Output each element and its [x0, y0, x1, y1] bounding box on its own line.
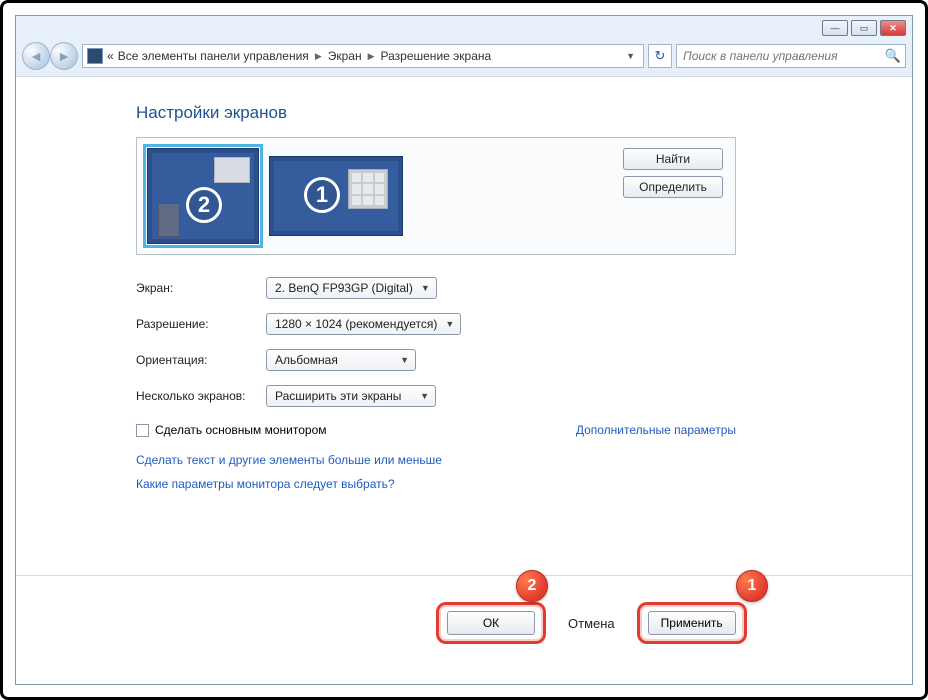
maximize-button[interactable]: ▭	[851, 20, 877, 36]
help-links: Сделать текст и другие элементы больше и…	[136, 453, 912, 491]
separator	[16, 575, 912, 576]
chevron-down-icon: ▼	[420, 391, 429, 401]
content-area: Настройки экранов 2 1 Найти	[16, 76, 912, 684]
multi-display-select[interactable]: Расширить эти экраны ▼	[266, 385, 436, 407]
callout-badge-2: 2	[516, 570, 548, 602]
cancel-button[interactable]: Отмена	[568, 616, 615, 631]
refresh-button[interactable]: ↻	[648, 44, 672, 68]
address-dropdown-icon[interactable]: ▼	[622, 51, 639, 61]
orientation-value: Альбомная	[275, 353, 338, 367]
primary-monitor-label: Сделать основным монитором	[155, 423, 327, 437]
identify-button[interactable]: Определить	[623, 176, 723, 198]
advanced-settings-link[interactable]: Дополнительные параметры	[576, 423, 736, 437]
explorer-window: — ▭ ✕ ◄ ► « Все элементы панели управлен…	[15, 15, 913, 685]
apply-highlight: Применить	[637, 602, 747, 644]
screen-select[interactable]: 2. BenQ FP93GP (Digital) ▼	[266, 277, 437, 299]
close-button[interactable]: ✕	[880, 20, 906, 36]
nav-bar: ◄ ► « Все элементы панели управления ▶ Э…	[16, 38, 912, 74]
monitor-keypad-icon	[348, 169, 388, 209]
monitor-number: 2	[186, 187, 222, 223]
settings-form: Экран: 2. BenQ FP93GP (Digital) ▼ Разреш…	[136, 277, 736, 407]
address-prefix: «	[107, 49, 114, 63]
chevron-down-icon: ▼	[400, 355, 409, 365]
ok-highlight: ОК	[436, 602, 546, 644]
breadcrumb-segment[interactable]: Все элементы панели управления	[118, 49, 309, 63]
control-panel-icon	[87, 48, 103, 64]
dialog-buttons: ОК Отмена Применить	[436, 602, 747, 644]
monitor-number: 1	[304, 177, 340, 213]
minimize-button[interactable]: —	[822, 20, 848, 36]
resolution-select[interactable]: 1280 × 1024 (рекомендуется) ▼	[266, 313, 461, 335]
apply-button[interactable]: Применить	[648, 611, 736, 635]
chevron-down-icon: ▼	[445, 319, 454, 329]
monitor-window-icon	[214, 157, 250, 183]
search-input[interactable]	[681, 48, 885, 64]
back-button[interactable]: ◄	[22, 42, 50, 70]
breadcrumb-segment[interactable]: Разрешение экрана	[381, 49, 492, 63]
callout-badge-1: 1	[736, 570, 768, 602]
chevron-right-icon: ▶	[315, 51, 322, 62]
detect-button[interactable]: Найти	[623, 148, 723, 170]
display-arrangement-box[interactable]: 2 1 Найти Определить	[136, 137, 736, 255]
window-controls: — ▭ ✕	[822, 20, 906, 36]
address-bar[interactable]: « Все элементы панели управления ▶ Экран…	[82, 44, 644, 68]
chevron-right-icon: ▶	[368, 51, 375, 62]
chevron-down-icon: ▼	[421, 283, 430, 293]
ok-button[interactable]: ОК	[447, 611, 535, 635]
multi-value: Расширить эти экраны	[275, 389, 401, 403]
monitor-2[interactable]: 2	[147, 148, 259, 244]
screen-value: 2. BenQ FP93GP (Digital)	[275, 281, 413, 295]
forward-button[interactable]: ►	[50, 42, 78, 70]
screen-label: Экран:	[136, 281, 266, 295]
primary-monitor-row: Сделать основным монитором Дополнительны…	[136, 423, 736, 437]
orientation-select[interactable]: Альбомная ▼	[266, 349, 416, 371]
primary-monitor-checkbox[interactable]	[136, 424, 149, 437]
monitor-tower-icon	[158, 203, 180, 237]
multi-label: Несколько экранов:	[136, 389, 266, 403]
orientation-label: Ориентация:	[136, 353, 266, 367]
page-title: Настройки экранов	[136, 103, 912, 123]
which-monitor-link[interactable]: Какие параметры монитора следует выбрать…	[136, 477, 912, 491]
search-icon: 🔍	[885, 48, 901, 64]
breadcrumb-segment[interactable]: Экран	[328, 49, 362, 63]
resolution-value: 1280 × 1024 (рекомендуется)	[275, 317, 437, 331]
monitor-1[interactable]: 1	[269, 156, 403, 236]
text-size-link[interactable]: Сделать текст и другие элементы больше и…	[136, 453, 912, 467]
resolution-label: Разрешение:	[136, 317, 266, 331]
search-box[interactable]: 🔍	[676, 44, 906, 68]
